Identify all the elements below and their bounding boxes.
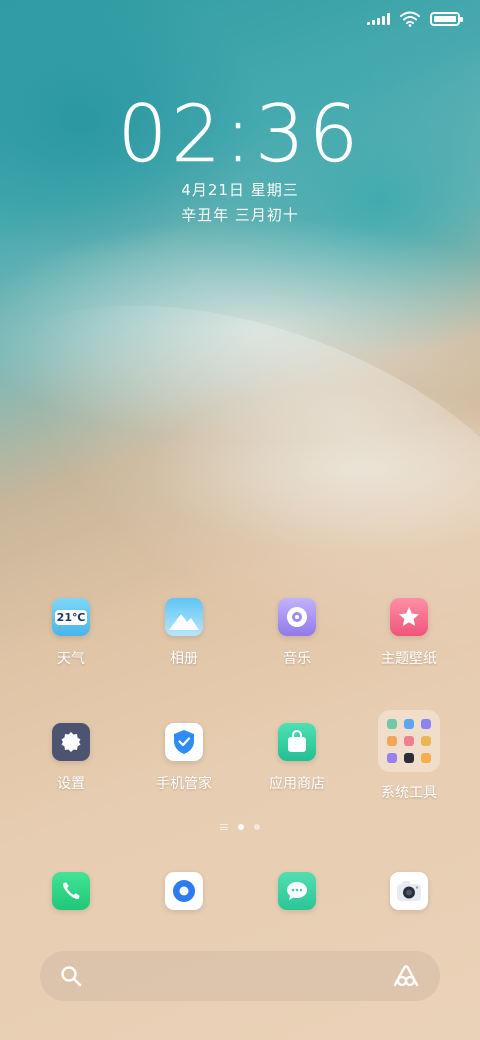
page-indicator[interactable] — [0, 824, 480, 830]
app-music[interactable]: 音乐 — [242, 598, 352, 668]
clock-time[interactable]: 02:36 — [0, 90, 480, 181]
folder-item-icon — [387, 735, 398, 746]
app-label-settings: 设置 — [57, 776, 85, 792]
app-label-app-store: 应用商店 — [269, 776, 325, 792]
assistant-icon[interactable] — [392, 964, 420, 988]
page-indicator-list — [220, 824, 228, 830]
app-label-gallery: 相册 — [170, 651, 198, 667]
messages-icon — [278, 872, 316, 910]
folder-item-icon — [420, 719, 431, 730]
weather-icon-temp: 21℃ — [54, 609, 88, 625]
app-settings[interactable]: 设置 — [16, 723, 126, 793]
weather-icon: 21℃ — [52, 598, 90, 636]
gallery-mountain-icon — [169, 614, 199, 630]
page-dot-active — [238, 824, 244, 830]
page-dot — [254, 824, 260, 830]
folder-item-icon — [403, 735, 414, 746]
folder-item-icon — [403, 752, 414, 763]
gallery-icon — [165, 598, 203, 636]
gear-icon — [61, 732, 81, 752]
app-label-phone-manager: 手机管家 — [156, 776, 212, 792]
folder-item-icon — [420, 735, 431, 746]
phone-manager-icon — [165, 723, 203, 761]
app-folder-system-tools[interactable]: 系统工具 — [354, 710, 464, 802]
folder-item-icon — [387, 719, 398, 730]
camera-lens-icon — [397, 881, 421, 901]
chat-bubble-icon — [287, 882, 307, 900]
dock-camera[interactable] — [354, 872, 464, 910]
folder-icon — [378, 710, 440, 772]
battery-icon — [430, 12, 463, 26]
app-themes[interactable]: 主题壁纸 — [354, 598, 464, 668]
phone-icon — [52, 872, 90, 910]
app-label-system-tools: 系统工具 — [381, 785, 437, 801]
music-disc-icon — [287, 607, 307, 627]
cellular-signal-icon — [367, 13, 390, 25]
themes-icon — [390, 598, 428, 636]
shopping-bag-icon — [288, 730, 306, 752]
folder-item-icon — [420, 752, 431, 763]
browser-circle-icon — [173, 880, 195, 902]
settings-icon — [52, 723, 90, 761]
search-icon[interactable] — [60, 965, 82, 987]
app-store-icon — [278, 723, 316, 761]
dock-browser[interactable] — [129, 872, 239, 910]
music-icon — [278, 598, 316, 636]
app-label-weather: 天气 — [57, 651, 85, 667]
app-store[interactable]: 应用商店 — [242, 723, 352, 793]
app-gallery[interactable]: 相册 — [129, 598, 239, 668]
app-label-themes: 主题壁纸 — [381, 651, 437, 667]
date-text: 4月21日 星期三 — [181, 181, 299, 199]
status-bar — [367, 8, 463, 30]
browser-icon — [165, 872, 203, 910]
app-label-music: 音乐 — [283, 651, 311, 667]
clock-time-text: 02:36 — [117, 90, 363, 181]
app-phone-manager[interactable]: 手机管家 — [129, 723, 239, 793]
dock-messages[interactable] — [242, 872, 352, 910]
dock-phone[interactable] — [16, 872, 126, 910]
search-bar[interactable] — [40, 951, 440, 1001]
star-icon — [399, 607, 419, 626]
phone-handset-icon — [62, 882, 80, 900]
app-weather[interactable]: 21℃ 天气 — [16, 598, 126, 668]
folder-item-icon — [387, 752, 398, 763]
lunar-date-text: 辛丑年 三月初十 — [181, 206, 299, 224]
camera-icon — [390, 872, 428, 910]
shield-icon — [174, 730, 194, 754]
battery-level — [434, 16, 456, 22]
wifi-icon — [400, 11, 420, 27]
folder-item-icon — [403, 719, 414, 730]
